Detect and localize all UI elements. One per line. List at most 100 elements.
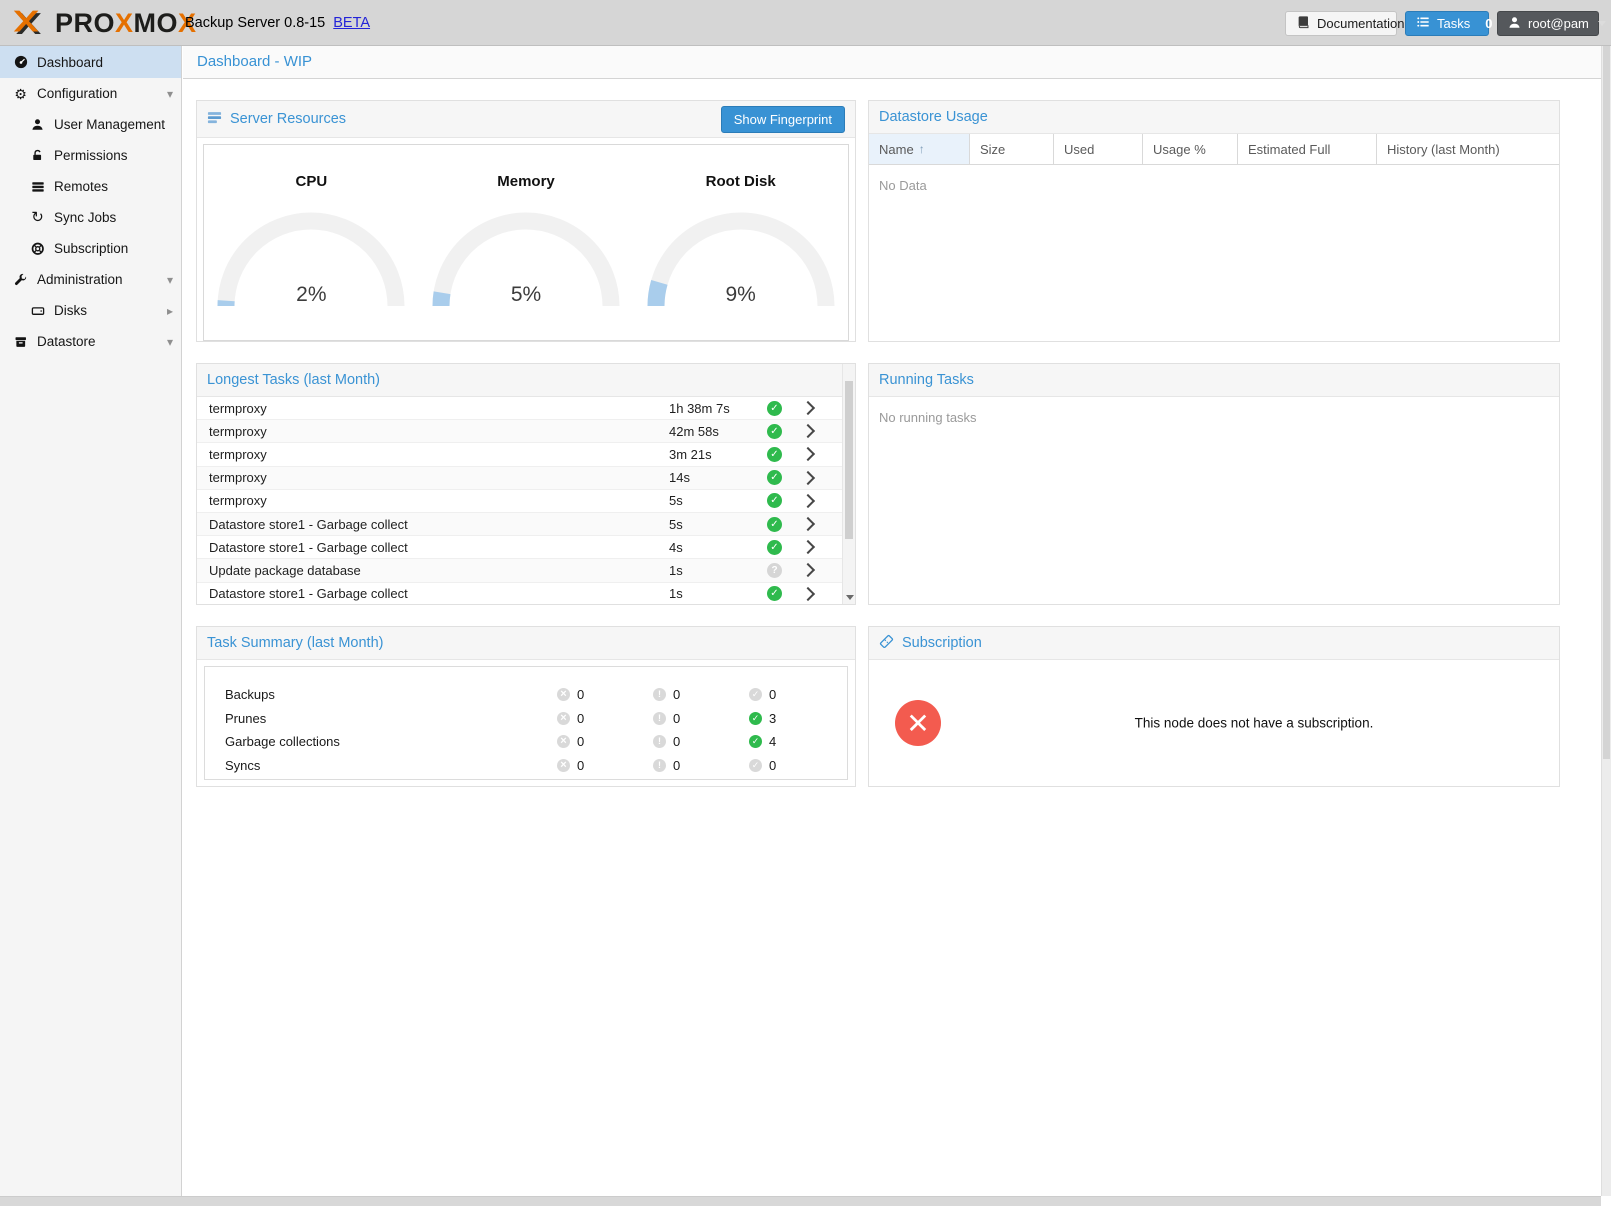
- task-row[interactable]: Datastore store1 - Garbage collect 4s: [197, 536, 855, 559]
- expander-arrow-icon[interactable]: ▸: [167, 305, 173, 317]
- chevron-right-icon[interactable]: [801, 424, 815, 438]
- subscription-title: Subscription: [902, 635, 982, 651]
- error-count-icon: [557, 759, 570, 772]
- column-header[interactable]: Used ↑: [1054, 134, 1143, 164]
- proxmox-logo: PROXMOX: [10, 7, 197, 39]
- running-tasks-header: Running Tasks: [869, 364, 1559, 397]
- vertical-scrollbar[interactable]: [1601, 46, 1611, 1196]
- beta-link[interactable]: BETA: [333, 15, 370, 31]
- vertical-scrollbar-thumb[interactable]: [1603, 46, 1610, 759]
- chevron-right-icon[interactable]: [801, 447, 815, 461]
- ok-count-icon: [749, 759, 762, 772]
- sidebar-item-remotes[interactable]: Remotes: [0, 171, 181, 202]
- cpu-gauge-value: 2%: [204, 283, 419, 307]
- memory-gauge: Memory 5%: [419, 145, 634, 340]
- task-row[interactable]: Datastore store1 - Garbage collect 5s: [197, 513, 855, 536]
- longest-tasks-header: Longest Tasks (last Month): [197, 364, 855, 397]
- scrollbar-thumb[interactable]: [845, 381, 853, 539]
- running-tasks-panel: Running Tasks No running tasks: [868, 363, 1560, 605]
- warning-count-icon: [653, 735, 666, 748]
- chevron-down-icon: [1598, 21, 1606, 26]
- warning-count-icon: [653, 712, 666, 725]
- server-resources-panel: Server Resources Show Fingerprint CPU 2%…: [196, 100, 856, 342]
- warning-count-icon: [653, 688, 666, 701]
- chevron-right-icon[interactable]: [801, 517, 815, 531]
- task-row[interactable]: termproxy 14s: [197, 467, 855, 490]
- scrollbar-down-arrow-icon[interactable]: [846, 595, 854, 600]
- book-icon: [1296, 15, 1310, 32]
- support-icon: [29, 242, 46, 256]
- tasks-button[interactable]: Tasks 0: [1405, 11, 1489, 36]
- show-fingerprint-button[interactable]: Show Fingerprint: [721, 106, 845, 133]
- page-title: Dashboard - WIP: [183, 46, 1601, 79]
- subscription-message: This node does not have a subscription.: [949, 716, 1559, 731]
- ok-count-icon: [749, 712, 762, 725]
- column-header[interactable]: Estimated Full ↑: [1238, 134, 1377, 164]
- documentation-label: Documentation: [1317, 16, 1404, 31]
- task-row[interactable]: termproxy 3m 21s: [197, 443, 855, 466]
- sidebar-item-user-management[interactable]: User Management: [0, 109, 181, 140]
- task-summary-panel: Task Summary (last Month) Backups 0 0 0 …: [196, 626, 856, 787]
- horizontal-scrollbar[interactable]: [0, 1196, 1601, 1206]
- warning-count-icon: [653, 759, 666, 772]
- sidebar-item-datastore[interactable]: Datastore ▾: [0, 326, 181, 357]
- user-icon: [29, 118, 46, 131]
- column-header[interactable]: Usage % ↑: [1143, 134, 1238, 164]
- gauges-container: CPU 2% Memory 5% Root Disk: [203, 144, 849, 341]
- task-status-icon: [767, 424, 782, 439]
- column-header[interactable]: Size ↑: [970, 134, 1054, 164]
- task-status-icon: [767, 493, 782, 508]
- chevron-right-icon[interactable]: [801, 401, 815, 415]
- product-version: Backup Server 0.8-15 BETA: [185, 0, 370, 46]
- chevron-right-icon[interactable]: [801, 563, 815, 577]
- chevron-right-icon[interactable]: [801, 494, 815, 508]
- sidebar-item-dashboard[interactable]: Dashboard: [0, 46, 181, 78]
- column-header[interactable]: History (last Month) ↑: [1377, 134, 1559, 164]
- task-summary-header: Task Summary (last Month): [197, 627, 855, 660]
- sidebar-item-administration[interactable]: Administration ▾: [0, 264, 181, 295]
- task-status-icon: [767, 447, 782, 462]
- datastore-usage-empty-text: No Data: [869, 165, 1559, 206]
- ok-count-icon: [749, 688, 762, 701]
- column-header[interactable]: Name ↑: [869, 134, 970, 164]
- error-count-icon: [557, 688, 570, 701]
- task-status-icon: [767, 563, 782, 578]
- product-name: Backup Server 0.8-15: [185, 15, 325, 31]
- expander-arrow-icon[interactable]: ▾: [167, 274, 173, 286]
- sidebar-item-subscription[interactable]: Subscription: [0, 233, 181, 264]
- sidebar-item-permissions[interactable]: Permissions: [0, 140, 181, 171]
- cpu-gauge: CPU 2%: [204, 145, 419, 340]
- expander-arrow-icon[interactable]: ▾: [167, 336, 173, 348]
- task-summary-row[interactable]: Garbage collections 0 0 4: [205, 730, 847, 754]
- task-list-scrollbar[interactable]: [842, 364, 855, 604]
- task-summary-row[interactable]: Syncs 0 0 0: [205, 754, 847, 778]
- sidebar-item-disks[interactable]: Disks ▸: [0, 295, 181, 326]
- task-row[interactable]: Update package database 1s: [197, 559, 855, 582]
- expander-arrow-icon[interactable]: ▾: [167, 88, 173, 100]
- running-tasks-title: Running Tasks: [879, 372, 974, 388]
- user-menu-button[interactable]: root@pam: [1497, 11, 1599, 36]
- chevron-right-icon[interactable]: [801, 471, 815, 485]
- chevron-right-icon[interactable]: [801, 587, 815, 601]
- ticket-icon: [879, 634, 894, 653]
- longest-tasks-list: termproxy 1h 38m 7s termproxy 42m 58s te…: [197, 397, 855, 604]
- subscription-header: Subscription: [869, 627, 1559, 660]
- sidebar-item-configuration[interactable]: ⚙ Configuration ▾: [0, 78, 181, 109]
- longest-tasks-title: Longest Tasks (last Month): [207, 372, 380, 388]
- server-resources-header: Server Resources Show Fingerprint: [197, 101, 855, 138]
- task-row[interactable]: termproxy 1h 38m 7s: [197, 397, 855, 420]
- task-row[interactable]: termproxy 5s: [197, 490, 855, 513]
- task-summary-title: Task Summary (last Month): [207, 635, 383, 651]
- sidebar-nav: Dashboard ⚙ Configuration ▾ User Managem…: [0, 46, 182, 1196]
- memory-gauge-value: 5%: [419, 283, 634, 307]
- task-summary-row[interactable]: Backups 0 0 0: [205, 683, 847, 707]
- task-summary-row[interactable]: Prunes 0 0 3: [205, 707, 847, 731]
- chevron-right-icon[interactable]: [801, 540, 815, 554]
- task-row[interactable]: Datastore store1 - Garbage collect 1s: [197, 583, 855, 605]
- documentation-button[interactable]: Documentation: [1285, 11, 1397, 36]
- subscription-body: ✕ This node does not have a subscription…: [869, 660, 1559, 786]
- task-row[interactable]: termproxy 42m 58s: [197, 420, 855, 443]
- task-status-icon: [767, 540, 782, 555]
- sidebar-item-sync-jobs[interactable]: ↻ Sync Jobs: [0, 202, 181, 233]
- running-tasks-empty-text: No running tasks: [869, 397, 1559, 438]
